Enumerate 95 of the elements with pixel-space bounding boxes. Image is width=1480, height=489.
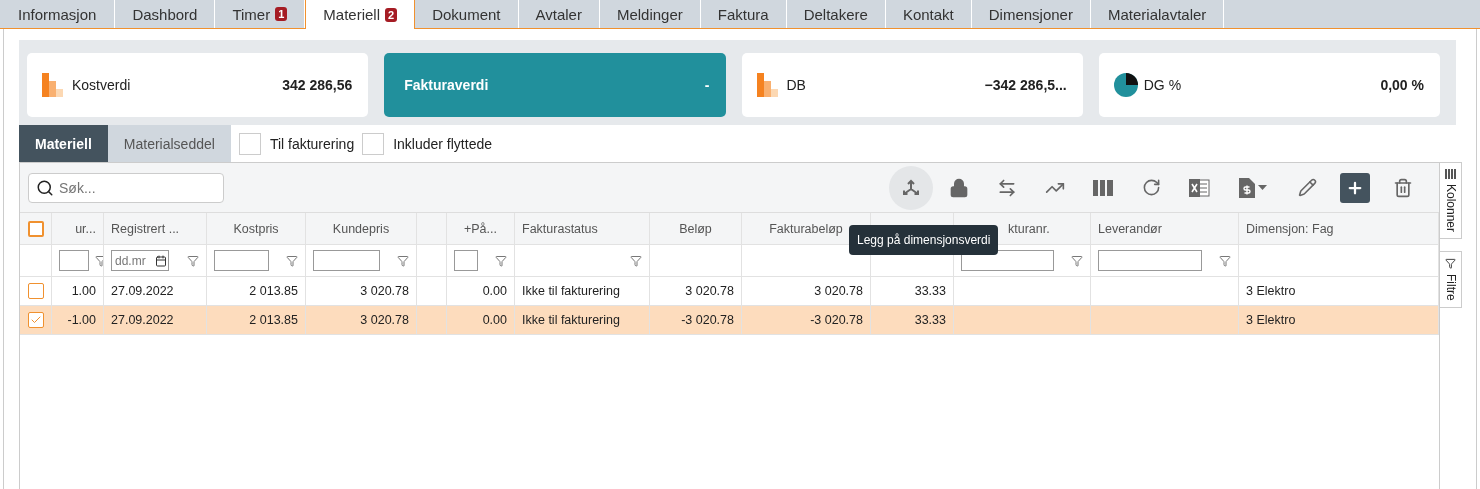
column-header[interactable]: Dimensjon: Fag [1246, 221, 1334, 236]
column-header[interactable]: +På... [464, 221, 497, 236]
filter-field[interactable] [214, 250, 269, 271]
lock-icon [949, 177, 969, 198]
trash-icon [1393, 177, 1413, 198]
checkbox[interactable] [238, 132, 261, 155]
table-cell: 1.00 [71, 284, 96, 298]
swap-arrows-icon [997, 177, 1017, 198]
side-tab-label: Filtre [1443, 274, 1458, 301]
kpi-value: −342 286,5... [984, 77, 1067, 93]
select-all-checkbox[interactable] [27, 220, 44, 237]
three-arrows-icon [901, 177, 921, 198]
filter-icon[interactable] [1071, 254, 1083, 267]
column-header[interactable]: Fakturabeløp [769, 221, 843, 236]
filter-field[interactable] [313, 250, 380, 271]
pie-chart-icon [1113, 73, 1138, 97]
column-header[interactable]: ur... [75, 221, 96, 236]
kpi-label: DG % [1143, 77, 1183, 93]
search-icon [36, 178, 54, 197]
filter-icon [1445, 258, 1456, 270]
side-tab-label: Kolonner [1443, 184, 1458, 233]
filter-icon[interactable] [187, 254, 199, 267]
filter-field[interactable] [454, 250, 478, 271]
filter-icon[interactable] [397, 254, 409, 267]
table-cell: 27.09.2022 [111, 313, 174, 327]
refresh-icon [1141, 178, 1161, 197]
filter-icon[interactable] [630, 254, 642, 267]
check-icon [29, 314, 42, 326]
table-cell: 3 020.78 [814, 284, 863, 298]
table-cell: -3 020.78 [810, 313, 863, 327]
filter-field[interactable] [1098, 250, 1202, 271]
column-header[interactable]: Beløp [679, 221, 712, 236]
date-filter-field[interactable]: dd.mr [111, 250, 169, 271]
table-cell: 3 Elektro [1246, 284, 1296, 298]
table-cell: 0.00 [482, 313, 507, 327]
kpi-card[interactable]: DG % 0,00 % [1098, 53, 1440, 117]
kpi-card[interactable]: DB −342 286,5... [741, 53, 1083, 117]
column-header[interactable]: Fakturastatus [522, 221, 598, 236]
table-cell: 3 Elektro [1246, 313, 1296, 327]
spreadsheet-icon [1188, 177, 1210, 198]
table-cell: 3 020.78 [360, 313, 409, 327]
kpi-label: Fakturaverdi [404, 77, 490, 93]
add-button[interactable] [1340, 172, 1370, 203]
column-header[interactable]: Registrert ... [111, 221, 180, 236]
sub-tab[interactable]: Materiell [19, 125, 108, 162]
columns-icon [1093, 179, 1113, 196]
checkbox-label: Inkluder flyttede [393, 135, 492, 152]
bar-chart-icon [42, 73, 66, 97]
kpi-card[interactable]: Kostverdi 342 286,56 [27, 53, 369, 117]
side-tab[interactable]: Filtre [1440, 251, 1462, 308]
tooltip: Legg på dimensjonsverdi [849, 225, 999, 255]
checkbox[interactable] [362, 132, 385, 155]
table-cell: 33.33 [914, 284, 946, 298]
column-header[interactable]: Kundepris [332, 221, 390, 236]
table-cell: 33.33 [914, 313, 946, 327]
search-field[interactable]: Søk... [28, 172, 224, 203]
count-badge: 1 [275, 7, 288, 21]
table-cell: 27.09.2022 [111, 284, 174, 298]
filter-icon[interactable] [95, 254, 103, 267]
row-checkbox[interactable] [27, 283, 44, 299]
kpi-label: DB [786, 77, 807, 93]
checkbox-label: Til fakturering [269, 135, 355, 152]
table-cell: Ikke til fakturering [522, 284, 620, 298]
table-cell: 0.00 [482, 284, 507, 298]
table-cell: 2 013.85 [249, 284, 298, 298]
columns-icon [1445, 169, 1456, 179]
dollar-document-icon [1239, 177, 1255, 198]
table-cell: 2 013.85 [249, 313, 298, 327]
row-checkbox[interactable] [27, 312, 44, 328]
column-header[interactable]: Kostpris [233, 221, 279, 236]
filter-icon[interactable] [1219, 254, 1231, 267]
kpi-card[interactable]: Fakturaverdi - [384, 53, 726, 117]
filter-icon[interactable] [495, 254, 507, 267]
filter-icon[interactable] [286, 254, 298, 267]
bar-chart-icon [756, 73, 781, 97]
table-cell: -3 020.78 [681, 313, 734, 327]
caret-icon [1258, 184, 1267, 191]
side-tab[interactable]: Kolonner [1440, 162, 1462, 240]
column-header[interactable]: kturanr. [1008, 221, 1050, 236]
tab[interactable]: Materiell 2 [305, 0, 416, 29]
kpi-label: Kostverdi [72, 77, 132, 93]
pencil-icon [1297, 178, 1317, 197]
table-cell: 3 020.78 [685, 284, 734, 298]
calendar-icon[interactable] [155, 254, 167, 267]
table-cell: 3 020.78 [360, 284, 409, 298]
column-header[interactable]: Leverandør [1098, 221, 1162, 236]
table-cell: -1.00 [67, 313, 96, 327]
dimension-button[interactable] [889, 165, 933, 210]
count-badge: 2 [385, 7, 398, 22]
filter-field[interactable] [59, 250, 89, 271]
kpi-value: 342 286,56 [282, 77, 353, 93]
kpi-value: - [704, 77, 710, 93]
kpi-value: 0,00 % [1380, 77, 1424, 93]
table-cell: Ikke til fakturering [522, 313, 620, 327]
sub-tab[interactable]: Materialseddel [107, 125, 231, 162]
